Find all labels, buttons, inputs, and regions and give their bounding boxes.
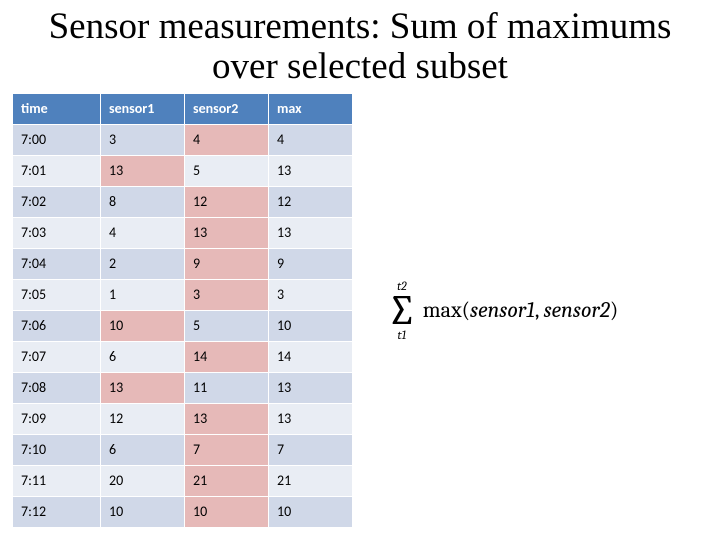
table-row: 7:04299 <box>13 248 353 279</box>
cell-max: 9 <box>269 248 353 279</box>
cell-max: 10 <box>269 310 353 341</box>
sensor-table: time sensor1 sensor2 max 7:003447:011351… <box>12 93 353 528</box>
cell-max: 14 <box>269 341 353 372</box>
cell-sensor2: 11 <box>185 372 269 403</box>
cell-sensor2: 21 <box>185 465 269 496</box>
cell-max: 3 <box>269 279 353 310</box>
content-area: time sensor1 sensor2 max 7:003447:011351… <box>0 91 720 528</box>
table-row: 7:0341313 <box>13 217 353 248</box>
cell-sensor2: 13 <box>185 217 269 248</box>
cell-sensor2: 5 <box>185 155 269 186</box>
cell-time: 7:01 <box>13 155 101 186</box>
fn-arg2: sensor2 <box>544 297 610 323</box>
cell-sensor1: 8 <box>101 186 185 217</box>
formula-area: t2 ∑ t1 max(sensor1, sensor2) <box>353 280 708 342</box>
table-row: 7:10677 <box>13 434 353 465</box>
table-row: 7:0281212 <box>13 186 353 217</box>
fn-arg1: sensor1 <box>470 297 535 323</box>
cell-time: 7:02 <box>13 186 101 217</box>
cell-time: 7:00 <box>13 124 101 155</box>
cell-max: 12 <box>269 186 353 217</box>
cell-max: 13 <box>269 372 353 403</box>
cell-max: 13 <box>269 217 353 248</box>
cell-max: 10 <box>269 496 353 527</box>
cell-sensor2: 10 <box>185 496 269 527</box>
table-row: 7:05133 <box>13 279 353 310</box>
cell-sensor2: 4 <box>185 124 269 155</box>
cell-sensor2: 9 <box>185 248 269 279</box>
table-row: 7:12101010 <box>13 496 353 527</box>
cell-sensor2: 14 <box>185 341 269 372</box>
cell-sensor1: 12 <box>101 403 185 434</box>
cell-time: 7:11 <box>13 465 101 496</box>
table-row: 7:0113513 <box>13 155 353 186</box>
table-row: 7:0761414 <box>13 341 353 372</box>
cell-sensor2: 13 <box>185 403 269 434</box>
cell-sensor1: 4 <box>101 217 185 248</box>
table-header-row: time sensor1 sensor2 max <box>13 93 353 124</box>
cell-time: 7:09 <box>13 403 101 434</box>
cell-sensor2: 5 <box>185 310 269 341</box>
fn-sep: , <box>535 297 544 323</box>
cell-max: 21 <box>269 465 353 496</box>
table-row: 7:09121313 <box>13 403 353 434</box>
sigma-icon: t2 ∑ t1 <box>387 280 417 342</box>
cell-sensor1: 1 <box>101 279 185 310</box>
page-title: Sensor measurements: Sum of maximums ove… <box>0 0 720 91</box>
cell-time: 7:03 <box>13 217 101 248</box>
sum-formula: t2 ∑ t1 max(sensor1, sensor2) <box>387 280 618 342</box>
cell-sensor1: 6 <box>101 434 185 465</box>
cell-sensor1: 3 <box>101 124 185 155</box>
cell-time: 7:08 <box>13 372 101 403</box>
cell-sensor1: 2 <box>101 248 185 279</box>
cell-time: 7:05 <box>13 279 101 310</box>
cell-sensor2: 7 <box>185 434 269 465</box>
cell-sensor1: 13 <box>101 155 185 186</box>
cell-time: 7:10 <box>13 434 101 465</box>
cell-sensor1: 13 <box>101 372 185 403</box>
table-row: 7:00344 <box>13 124 353 155</box>
sum-lower-bound: t1 <box>397 329 406 341</box>
col-time: time <box>13 93 101 124</box>
table-row: 7:11202121 <box>13 465 353 496</box>
sigma-symbol: ∑ <box>387 292 417 330</box>
fn-name: max <box>423 297 462 323</box>
cell-sensor1: 20 <box>101 465 185 496</box>
cell-time: 7:12 <box>13 496 101 527</box>
cell-sensor2: 3 <box>185 279 269 310</box>
cell-max: 4 <box>269 124 353 155</box>
table-row: 7:0610510 <box>13 310 353 341</box>
cell-sensor1: 6 <box>101 341 185 372</box>
cell-max: 13 <box>269 403 353 434</box>
cell-time: 7:07 <box>13 341 101 372</box>
cell-sensor2: 12 <box>185 186 269 217</box>
col-sensor2: sensor2 <box>185 93 269 124</box>
slide: Sensor measurements: Sum of maximums ove… <box>0 0 720 540</box>
cell-time: 7:06 <box>13 310 101 341</box>
col-sensor1: sensor1 <box>101 93 185 124</box>
table-body: 7:003447:01135137:02812127:03413137:0429… <box>13 124 353 527</box>
table-row: 7:08131113 <box>13 372 353 403</box>
cell-sensor1: 10 <box>101 496 185 527</box>
cell-time: 7:04 <box>13 248 101 279</box>
formula-body: max(sensor1, sensor2) <box>423 297 618 323</box>
col-max: max <box>269 93 353 124</box>
cell-max: 7 <box>269 434 353 465</box>
cell-sensor1: 10 <box>101 310 185 341</box>
cell-max: 13 <box>269 155 353 186</box>
